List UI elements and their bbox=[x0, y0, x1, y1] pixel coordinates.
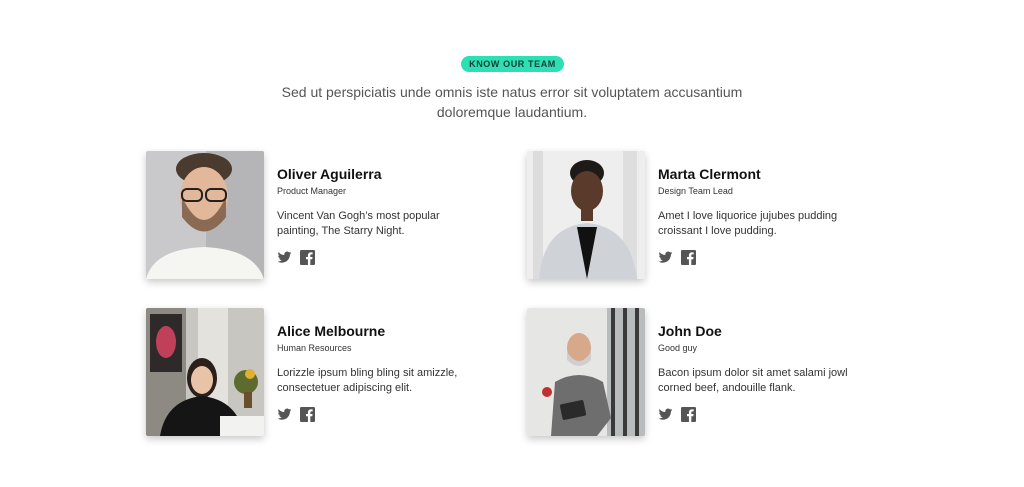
section-intro: Sed ut perspiciatis unde omnis iste natu… bbox=[281, 84, 743, 120]
team-member-card: Alice Melbourne Human Resources Lorizzle… bbox=[146, 308, 486, 438]
member-bio: Bacon ipsum dolor sit amet salami jowl c… bbox=[658, 367, 848, 394]
member-photo bbox=[146, 151, 264, 279]
twitter-icon[interactable] bbox=[658, 407, 673, 422]
member-role: Design Team Lead bbox=[658, 186, 733, 196]
facebook-icon[interactable] bbox=[300, 407, 315, 422]
twitter-icon[interactable] bbox=[277, 407, 292, 422]
member-name: Alice Melbourne bbox=[277, 323, 386, 339]
team-member-card: Oliver Aguilerra Product Manager Vincent… bbox=[146, 151, 486, 281]
facebook-icon[interactable] bbox=[681, 407, 696, 422]
social-links bbox=[277, 407, 315, 422]
facebook-icon[interactable] bbox=[300, 250, 315, 265]
member-photo bbox=[527, 308, 645, 436]
member-role: Human Resources bbox=[277, 343, 352, 353]
member-bio: Vincent Van Gogh’s most popular painting… bbox=[277, 210, 440, 237]
twitter-icon[interactable] bbox=[277, 250, 292, 265]
member-name: Oliver Aguilerra bbox=[277, 166, 382, 182]
member-role: Good guy bbox=[658, 343, 698, 353]
social-links bbox=[277, 250, 315, 265]
social-links bbox=[658, 250, 696, 265]
member-role: Product Manager bbox=[277, 186, 347, 196]
team-member-card: Marta Clermont Design Team Lead Amet I l… bbox=[527, 151, 867, 281]
member-bio: Lorizzle ipsum bling bling sit amizzle, … bbox=[277, 367, 458, 394]
member-name: Marta Clermont bbox=[658, 166, 761, 182]
member-photo bbox=[527, 151, 645, 279]
section-badge: KNOW OUR TEAM bbox=[461, 56, 564, 72]
social-links bbox=[658, 407, 696, 422]
member-name: John Doe bbox=[658, 323, 722, 339]
facebook-icon[interactable] bbox=[681, 250, 696, 265]
member-bio: Amet I love liquorice jujubes pudding cr… bbox=[658, 210, 838, 237]
twitter-icon[interactable] bbox=[658, 250, 673, 265]
member-photo bbox=[146, 308, 264, 436]
team-member-card: John Doe Good guy Bacon ipsum dolor sit … bbox=[527, 308, 867, 438]
